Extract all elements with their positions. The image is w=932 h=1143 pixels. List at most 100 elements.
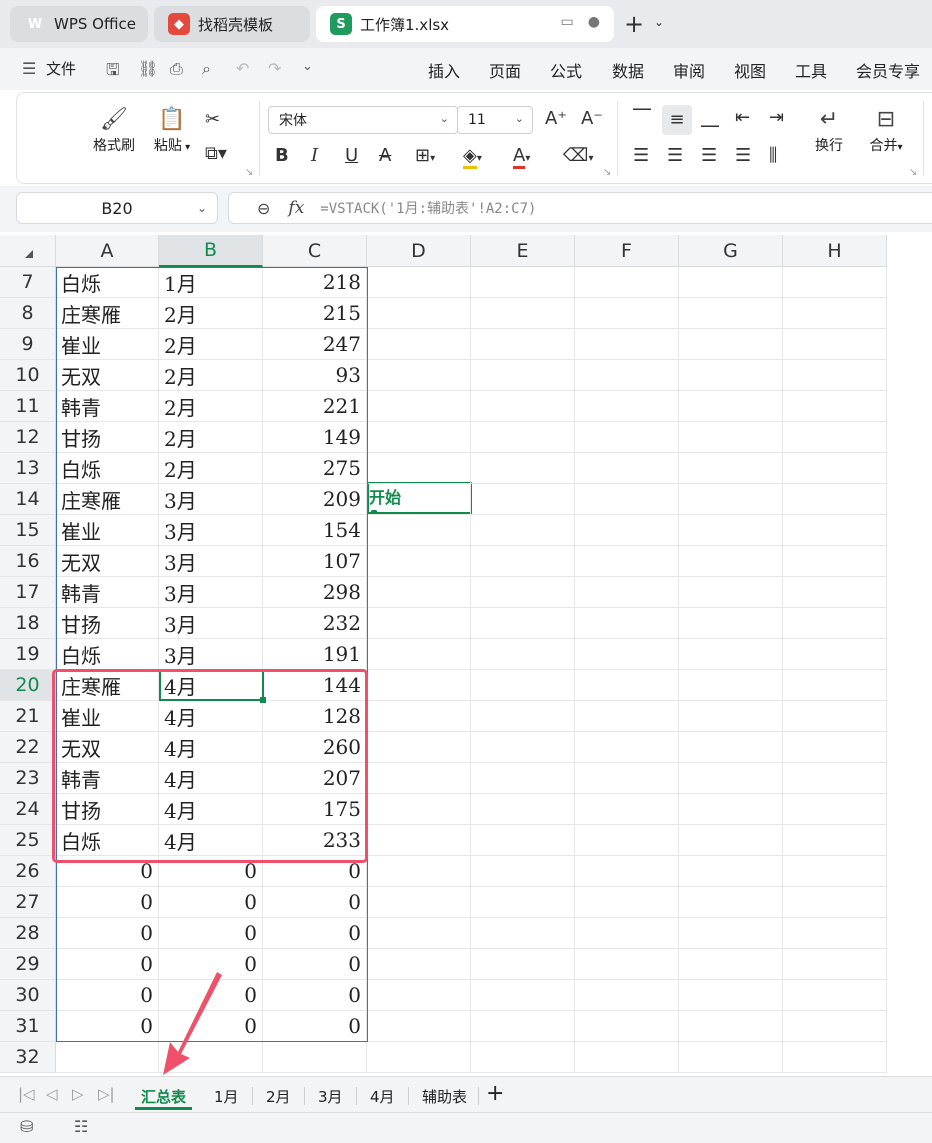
empty-cell[interactable] [783,1011,887,1042]
row-header[interactable]: 13 [0,453,56,484]
empty-cell[interactable] [679,887,783,918]
menu-hamburger-icon[interactable]: ☰ [22,59,36,78]
column-header-c[interactable]: C [263,235,367,267]
empty-cell[interactable] [471,1011,575,1042]
table-cell[interactable]: 298 [263,577,367,608]
table-cell[interactable]: 0 [56,980,159,1011]
row-header[interactable]: 16 [0,546,56,577]
empty-cell[interactable] [575,360,679,391]
empty-cell[interactable] [471,515,575,546]
table-cell[interactable]: 0 [56,918,159,949]
empty-cell[interactable] [679,360,783,391]
menu-formulas[interactable]: 公式 [550,58,582,82]
menu-member[interactable]: 会员专享 [856,58,920,82]
tab-docer-templates[interactable]: ◆ 找稻壳模板 [154,6,310,42]
empty-cell[interactable] [783,856,887,887]
empty-cell[interactable] [783,391,887,422]
empty-cell[interactable] [575,701,679,732]
table-cell[interactable]: 107 [263,546,367,577]
bold-icon[interactable]: B [275,145,289,166]
table-cell[interactable]: 128 [263,701,367,732]
table-cell[interactable]: 韩青 [56,763,159,794]
column-header-h[interactable]: H [783,235,887,267]
empty-cell[interactable] [679,763,783,794]
row-header[interactable]: 29 [0,949,56,980]
empty-cell[interactable] [471,856,575,887]
table-cell[interactable]: 2月 [159,298,263,329]
monitor-icon[interactable]: ▭ [561,14,574,30]
empty-cell[interactable] [575,732,679,763]
empty-cell[interactable] [367,608,471,639]
empty-cell[interactable] [679,546,783,577]
empty-cell[interactable] [575,546,679,577]
table-cell[interactable]: 3月 [159,577,263,608]
align-bottom-icon[interactable]: ⎽ [701,107,719,128]
empty-cell[interactable] [367,701,471,732]
row-header[interactable]: 32 [0,1042,56,1073]
empty-cell[interactable] [575,422,679,453]
table-cell[interactable]: 2月 [159,422,263,453]
save-icon[interactable]: 🖫 [106,59,120,86]
align-center-icon[interactable]: ☰ [667,145,683,166]
empty-cell[interactable] [575,763,679,794]
unsaved-dot-icon[interactable]: ● [588,14,600,30]
sheet-tab-apr[interactable]: 4月 [370,1084,395,1109]
table-cell[interactable]: 甘扬 [56,608,159,639]
row-header[interactable]: 8 [0,298,56,329]
empty-cell[interactable] [367,887,471,918]
empty-cell[interactable] [575,1011,679,1042]
align-left-icon[interactable]: ☰ [633,145,649,166]
tab-workbook[interactable]: S 工作簿1.xlsx ▭ ● [316,6,614,42]
empty-cell[interactable] [471,422,575,453]
row-header[interactable]: 28 [0,918,56,949]
justify-icon[interactable]: ☰ [735,145,751,166]
table-cell[interactable]: 2月 [159,453,263,484]
empty-cell[interactable] [783,577,887,608]
row-header[interactable]: 23 [0,763,56,794]
format-painter-button[interactable]: 🖌 格式刷 [89,105,139,155]
empty-cell[interactable] [367,360,471,391]
decrease-font-icon[interactable]: A⁻ [581,108,603,129]
row-header[interactable]: 31 [0,1011,56,1042]
table-cell[interactable]: 崔业 [56,329,159,360]
empty-cell[interactable] [471,577,575,608]
empty-cell[interactable] [471,825,575,856]
row-header[interactable]: 19 [0,639,56,670]
table-cell[interactable]: 218 [263,267,367,298]
empty-cell[interactable] [575,453,679,484]
table-cell[interactable]: 0 [159,1011,263,1042]
row-header[interactable]: 22 [0,732,56,763]
empty-cell[interactable] [575,608,679,639]
table-cell[interactable]: 崔业 [56,701,159,732]
redo-icon[interactable]: ↷ [268,59,281,78]
empty-cell[interactable] [783,453,887,484]
empty-cell[interactable] [367,639,471,670]
table-cell[interactable]: 甘扬 [56,794,159,825]
table-cell[interactable]: 0 [263,949,367,980]
empty-cell[interactable] [783,546,887,577]
paste-button[interactable]: 📋 粘贴 ▾ [147,105,197,155]
empty-cell[interactable] [471,732,575,763]
empty-cell[interactable] [367,1011,471,1042]
align-middle-icon[interactable]: ≡ [662,105,692,135]
table-cell[interactable]: 0 [263,980,367,1011]
clipboard-expand-icon[interactable]: ↘ [245,167,253,178]
table-cell[interactable]: 白烁 [56,267,159,298]
empty-cell[interactable] [471,267,575,298]
table-cell[interactable]: 3月 [159,608,263,639]
empty-cell[interactable] [367,577,471,608]
empty-cell[interactable] [679,453,783,484]
italic-icon[interactable]: I [311,145,318,166]
empty-cell[interactable] [783,980,887,1011]
row-header[interactable]: 18 [0,608,56,639]
formula-input[interactable]: ⊖ fx =VSTACK('1月:辅助表'!A2:C7) [228,192,932,224]
empty-cell[interactable] [783,639,887,670]
increase-indent-icon[interactable]: ⇥ [769,107,784,128]
empty-cell[interactable] [471,546,575,577]
empty-cell[interactable] [471,794,575,825]
empty-cell[interactable] [679,825,783,856]
border-icon[interactable]: ⊞▾ [415,145,435,166]
align-top-icon[interactable]: ⎺ [633,107,651,128]
empty-cell[interactable] [783,267,887,298]
table-cell[interactable]: 232 [263,608,367,639]
